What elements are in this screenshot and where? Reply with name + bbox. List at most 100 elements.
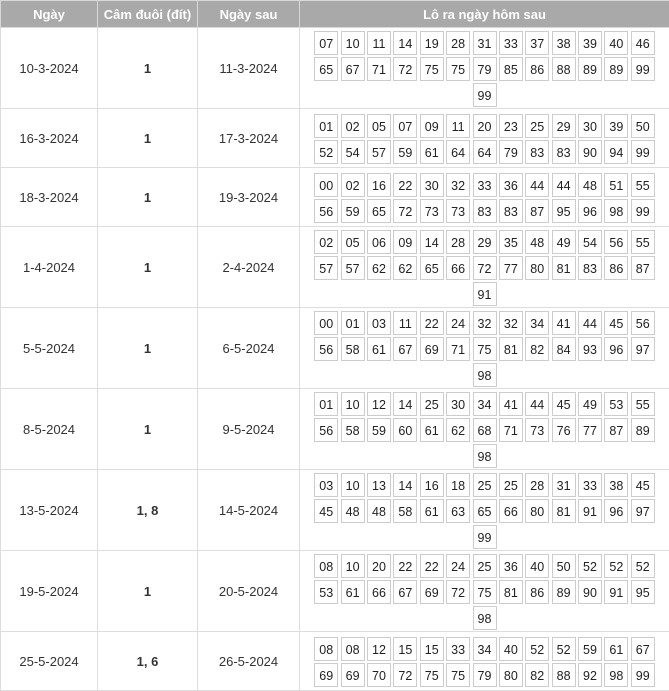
lo-number: 02 [341,114,365,138]
lo-number: 80 [525,256,549,280]
lo-number: 59 [578,637,602,661]
lo-number: 55 [631,230,655,254]
lo-number: 99 [631,57,655,81]
lo-number: 36 [499,173,523,197]
next-date-cell: 26-5-2024 [198,632,300,691]
lo-number: 76 [552,418,576,442]
lo-number: 33 [473,173,497,197]
lo-number: 22 [393,554,417,578]
lo-number: 66 [446,256,470,280]
lo-number-list: 0002162230323336444448515556596572737383… [300,170,669,224]
lo-number: 50 [552,554,576,578]
next-date-cell: 2-4-2024 [198,227,300,308]
lo-number: 65 [367,199,391,223]
lo-number: 13 [367,473,391,497]
lo-number: 72 [446,580,470,604]
lo-number: 61 [420,140,444,164]
lo-cell: 0810202222242536405052525253616667697275… [300,551,669,632]
table-row: 8-5-202419-5-202401101214253034414445495… [1,389,669,470]
lo-number: 72 [393,199,417,223]
cam-duoi-cell: 1, 6 [98,632,198,691]
lo-number: 67 [393,337,417,361]
lo-number: 67 [631,637,655,661]
lo-number: 63 [446,499,470,523]
lo-number: 61 [341,580,365,604]
lo-number: 94 [604,140,628,164]
lo-number: 53 [314,580,338,604]
lo-number: 81 [499,580,523,604]
lo-number: 11 [367,31,391,55]
lo-number: 10 [341,392,365,416]
cam-duoi-cell: 1 [98,109,198,168]
lo-number: 45 [604,311,628,335]
lo-number: 89 [631,418,655,442]
lo-number-list: 0710111419283133373839404665677172757579… [300,28,669,108]
lo-number: 49 [552,230,576,254]
lo-number: 07 [393,114,417,138]
lo-number: 59 [367,418,391,442]
lo-number: 93 [578,337,602,361]
lo-number: 28 [446,230,470,254]
lo-number: 48 [578,173,602,197]
lo-number: 08 [314,637,338,661]
lo-number: 25 [525,114,549,138]
lo-number: 98 [604,199,628,223]
lo-number: 22 [420,554,444,578]
lo-number: 45 [552,392,576,416]
lo-cell: 0808121515333440525259616769697072757579… [300,632,669,691]
lo-number: 87 [525,199,549,223]
lo-number: 81 [552,256,576,280]
lo-number: 84 [552,337,576,361]
next-date-cell: 11-3-2024 [198,28,300,109]
lo-cell: 0102050709112023252930395052545759616464… [300,109,669,168]
lo-number: 60 [393,418,417,442]
lo-number: 19 [420,31,444,55]
lo-number: 98 [473,363,497,387]
lo-number: 14 [393,31,417,55]
lo-number: 30 [578,114,602,138]
lo-number: 52 [314,140,338,164]
lo-number-list: 0310131416182525283133384545484858616365… [300,470,669,550]
lo-number: 58 [393,499,417,523]
lo-number: 39 [604,114,628,138]
lo-number: 15 [393,637,417,661]
lo-number: 36 [499,554,523,578]
lo-number: 92 [578,663,602,687]
lo-number: 03 [314,473,338,497]
lo-number: 32 [499,311,523,335]
lo-number: 02 [341,173,365,197]
lo-number: 32 [473,311,497,335]
lo-number: 99 [473,83,497,107]
lo-number: 57 [314,256,338,280]
lo-number: 66 [367,580,391,604]
lo-number: 18 [446,473,470,497]
lo-number: 61 [420,499,444,523]
lo-number: 81 [499,337,523,361]
lo-number: 01 [314,392,338,416]
lo-number: 25 [420,392,444,416]
lo-number: 34 [525,311,549,335]
lo-number: 34 [473,637,497,661]
lo-number: 33 [446,637,470,661]
lo-number: 79 [499,140,523,164]
lo-number: 86 [604,256,628,280]
lo-number: 61 [604,637,628,661]
lo-number: 69 [420,580,444,604]
lo-number: 83 [578,256,602,280]
table-row: 19-5-2024120-5-2024081020222224253640505… [1,551,669,632]
lo-number: 98 [473,606,497,630]
table-row: 18-3-2024119-3-2024000216223032333644444… [1,168,669,227]
lo-number: 83 [499,199,523,223]
lo-number: 80 [499,663,523,687]
lo-number: 86 [525,580,549,604]
lo-number: 86 [525,57,549,81]
lo-number: 53 [604,392,628,416]
lo-number: 96 [604,499,628,523]
lo-number: 44 [525,392,549,416]
lo-number: 07 [314,31,338,55]
lo-number: 59 [341,199,365,223]
lo-number: 77 [499,256,523,280]
lo-number: 14 [393,473,417,497]
lo-number: 25 [499,473,523,497]
cam-duoi-cell: 1 [98,389,198,470]
